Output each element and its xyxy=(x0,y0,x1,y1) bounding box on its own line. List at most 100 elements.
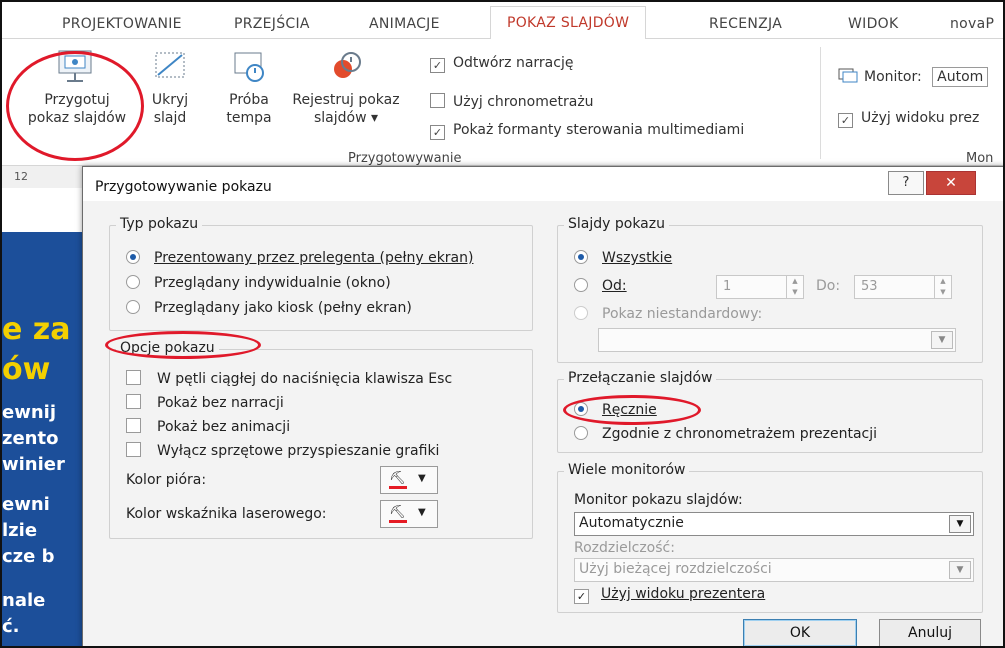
no-animation-checkbox[interactable]: Pokaż bez animacji xyxy=(126,418,290,435)
checkbox-checked-icon: ✓ xyxy=(574,589,589,604)
radio-presented-by-speaker[interactable]: Prezentowany przez prelegenta (pełny ekr… xyxy=(126,250,473,266)
close-button[interactable]: ✕ xyxy=(926,171,976,195)
screenshot-frame: PROJEKTOWANIE PRZEJŚCIA ANIMACJE POKAZ S… xyxy=(0,0,1005,648)
spinner-arrows-icon[interactable]: ▲ ▼ xyxy=(786,276,803,298)
record-label-1: Rejestruj pokaz xyxy=(292,92,400,108)
show-options-group: Opcje pokazu W pętli ciągłej do naciśnię… xyxy=(109,340,533,539)
slide-text-line: winier xyxy=(2,454,65,475)
hide-slide-icon xyxy=(155,52,185,78)
rehearse-label-1: Próba xyxy=(229,92,269,108)
tab-projektowanie[interactable]: PROJEKTOWANIE xyxy=(62,16,182,32)
help-button[interactable]: ? xyxy=(888,171,924,195)
chevron-down-icon[interactable]: ▼ xyxy=(949,561,971,579)
tab-widok[interactable]: WIDOK xyxy=(848,16,898,32)
checkbox-checked-icon: ✓ xyxy=(838,113,853,128)
ruler: 12 xyxy=(2,166,87,188)
cancel-button[interactable]: Anuluj xyxy=(879,619,981,646)
radio-icon xyxy=(574,426,588,440)
loop-label: W pętli ciągłej do naciśnięcia klawisza … xyxy=(157,371,453,387)
ok-button[interactable]: OK xyxy=(743,619,857,646)
show-media-controls-checkbox[interactable]: ✓ Pokaż formanty sterowania multimediami xyxy=(430,122,744,140)
no-animation-label: Pokaż bez animacji xyxy=(157,419,291,435)
chevron-down-icon: ▼ xyxy=(418,473,426,484)
color-swatch xyxy=(389,486,407,489)
radio-all-slides[interactable]: Wszystkie xyxy=(574,250,672,266)
radio-icon xyxy=(126,275,140,289)
radio-using-timings[interactable]: Zgodnie z chronometrażem prezentacji xyxy=(574,426,877,442)
radio-selected-icon xyxy=(574,250,588,264)
resolution-value: Użyj bieżącej rozdzielczości xyxy=(579,561,772,577)
slide-text-line: ewni xyxy=(2,494,50,515)
show-slides-group: Slajdy pokazu Wszystkie Od: 1 ▲ ▼ Do: 53 ▲ ▼… xyxy=(557,216,983,363)
multiple-monitors-group: Wiele monitorów Monitor pokazu slajdów: … xyxy=(557,462,983,613)
record-show-button[interactable]: Rejestruj pokaz slajdów ▾ xyxy=(286,47,406,127)
hide-slide-label-1: Ukryj xyxy=(151,92,189,108)
radio-label: Prezentowany przez prelegenta (pełny ekr… xyxy=(154,250,474,266)
tab-przejscia[interactable]: PRZEJŚCIA xyxy=(234,16,310,32)
highlight-oval-manual xyxy=(563,395,701,425)
checkbox-unchecked-icon xyxy=(430,93,445,108)
radio-custom-show[interactable]: Pokaz niestandardowy: xyxy=(574,306,762,322)
monitor-icon xyxy=(838,68,858,83)
hide-slide-button[interactable]: Ukryj slajd xyxy=(148,47,192,127)
color-swatch xyxy=(389,520,407,523)
monitor-value-field[interactable]: Autom xyxy=(932,67,989,87)
laser-color-button[interactable]: ⛏ ▼ xyxy=(380,500,438,528)
chevron-down-icon[interactable]: ▼ xyxy=(949,515,971,533)
paint-bucket-icon: ⛏ xyxy=(389,505,406,520)
checkbox-checked-icon: ✓ xyxy=(430,125,445,140)
radio-browsed-kiosk[interactable]: Przeglądany jako kiosk (pełny ekran) xyxy=(126,300,412,316)
dialog-titlebar[interactable]: Przygotowywanie pokazu ? ✕ xyxy=(83,167,1003,201)
slide-text-line: ewnij xyxy=(2,402,56,423)
radio-browsed-individual[interactable]: Przeglądany indywidualnie (okno) xyxy=(126,275,391,291)
no-narration-checkbox[interactable]: Pokaż bez narracji xyxy=(126,394,284,411)
chevron-down-icon[interactable]: ▼ xyxy=(931,331,953,349)
radio-from-slide[interactable]: Od: xyxy=(574,278,627,294)
monitor-label: Monitor: xyxy=(864,69,922,85)
presenter-view-label: Użyj widoku prezentera xyxy=(601,586,766,602)
advance-slides-legend: Przełączanie slajdów xyxy=(564,370,717,386)
slide-show-monitor-dropdown[interactable]: Automatycznie ▼ xyxy=(574,512,974,536)
record-icon xyxy=(334,52,361,78)
from-slide-spinner[interactable]: 1 ▲ ▼ xyxy=(716,275,804,299)
resolution-dropdown[interactable]: Użyj bieżącej rozdzielczości ▼ xyxy=(574,558,974,582)
tab-recenzja[interactable]: RECENZJA xyxy=(709,16,782,32)
hide-slide-label-2: slajd xyxy=(153,110,187,126)
multiple-monitors-legend: Wiele monitorów xyxy=(564,462,690,478)
dialog-title: Przygotowywanie pokazu xyxy=(95,179,272,195)
slide-text-line: cze b xyxy=(2,546,55,567)
resolution-label: Rozdzielczość: xyxy=(574,540,675,556)
tab-novap[interactable]: novaP xyxy=(950,16,994,32)
monitor-value: Automatycznie xyxy=(579,515,684,531)
spinner-arrows-icon[interactable]: ▲ ▼ xyxy=(934,276,951,298)
checkbox-unchecked-icon xyxy=(126,370,141,385)
radio-label: Zgodnie z chronometrażem prezentacji xyxy=(602,426,878,442)
ribbon-tabs: PROJEKTOWANIE PRZEJŚCIA ANIMACJE POKAZ S… xyxy=(2,2,1003,40)
radio-icon xyxy=(574,306,588,320)
from-slide-value: 1 xyxy=(723,279,732,294)
to-slide-spinner[interactable]: 53 ▲ ▼ xyxy=(854,275,952,299)
disable-hw-accel-label: Wyłącz sprzętowe przyspieszanie grafiki xyxy=(157,443,440,459)
rehearse-icon xyxy=(234,52,264,82)
group-label-setup: Przygotowywanie xyxy=(348,151,462,166)
custom-show-dropdown[interactable]: ▼ xyxy=(598,328,956,352)
tab-animacje[interactable]: ANIMACJE xyxy=(369,16,440,32)
use-presenter-view-checkbox[interactable]: ✓ Użyj widoku prez xyxy=(838,110,979,128)
to-label: Do: xyxy=(816,278,841,294)
show-type-legend: Typ pokazu xyxy=(116,216,203,232)
radio-label: Od: xyxy=(602,278,627,294)
paint-bucket-icon: ⛏ xyxy=(389,471,406,486)
pen-color-button[interactable]: ⛏ ▼ xyxy=(380,466,438,494)
disable-hw-accel-checkbox[interactable]: Wyłącz sprzętowe przyspieszanie grafiki xyxy=(126,442,439,459)
loop-checkbox[interactable]: W pętli ciągłej do naciśnięcia klawisza … xyxy=(126,370,452,387)
rehearse-timings-button[interactable]: Próba tempa xyxy=(224,47,274,127)
tab-pokaz-slajdow[interactable]: POKAZ SLAJDÓW xyxy=(490,6,647,40)
slide-text-line: zento xyxy=(2,428,59,449)
use-timings-checkbox[interactable]: Użyj chronometrażu xyxy=(430,93,594,110)
use-presenter-view-dialog-checkbox[interactable]: ✓ Użyj widoku prezentera xyxy=(574,586,765,604)
monitor-selector[interactable]: Monitor: Autom xyxy=(838,67,989,87)
group-separator xyxy=(820,47,821,159)
pen-color-label: Kolor pióra: xyxy=(126,472,207,488)
play-narration-checkbox[interactable]: ✓ Odtwórz narrację xyxy=(430,55,573,73)
radio-label: Przeglądany indywidualnie (okno) xyxy=(154,275,391,291)
